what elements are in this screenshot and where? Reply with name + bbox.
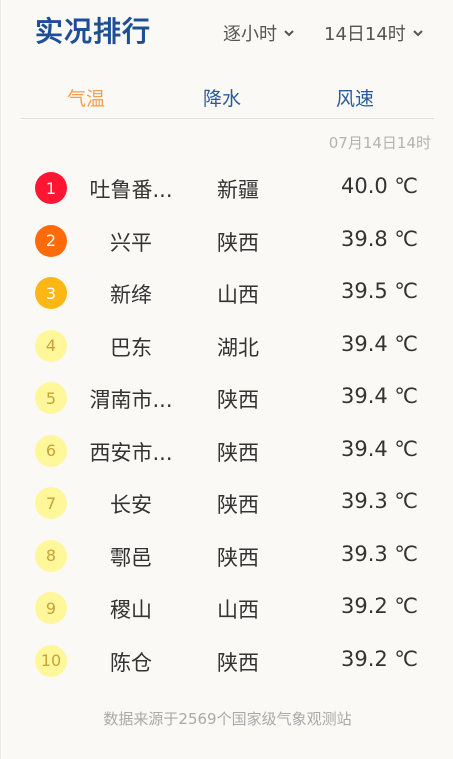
list-item[interactable]: 6 西安市... 陕西 39.4 ℃: [1, 425, 453, 478]
temperature-value: 39.2 ℃: [340, 646, 418, 671]
temperature-value: 39.3 ℃: [340, 489, 418, 513]
chevron-down-icon: [413, 30, 423, 37]
time-dropdown-label: 14日14时: [324, 24, 406, 45]
station-name: 陈仓: [110, 650, 152, 675]
province-name: 山西: [217, 283, 259, 307]
rank-badge: 5: [35, 382, 67, 414]
data-timestamp: 07月14日14时: [328, 134, 431, 152]
station-name: 西安市...: [89, 440, 173, 465]
station-name: 稷山: [110, 598, 152, 622]
temperature-value: 39.3 ℃: [340, 541, 418, 566]
rank-badge: 8: [35, 539, 67, 572]
province-name: 陕西: [217, 230, 259, 255]
header: 实况排行 逐小时 14日14时: [1, 0, 453, 64]
list-item[interactable]: 1 吐鲁番... 新疆 40.0 ℃: [1, 162, 453, 215]
station-name: 鄠邑: [110, 545, 152, 570]
station-name: 渭南市...: [89, 388, 173, 412]
page-title: 实况排行: [35, 15, 152, 48]
period-dropdown-label: 逐小时: [223, 24, 277, 45]
province-name: 山西: [217, 598, 259, 622]
rank-badge: 6: [35, 434, 67, 467]
temperature-value: 39.4 ℃: [340, 436, 418, 461]
province-name: 陕西: [217, 650, 259, 675]
rank-badge: 3: [35, 277, 67, 309]
list-item[interactable]: 10 陈仓 陕西 39.2 ℃: [1, 635, 453, 688]
list-item[interactable]: 2 兴平 陕西 39.8 ℃: [1, 215, 453, 268]
temperature-value: 39.5 ℃: [340, 279, 418, 303]
rank-badge: 10: [35, 644, 67, 677]
temperature-value: 40.0 ℃: [340, 174, 418, 198]
rank-badge: 7: [35, 487, 67, 519]
province-name: 陕西: [217, 440, 259, 465]
tab-wind-speed[interactable]: 风速: [336, 84, 374, 111]
list-item[interactable]: 9 稷山 山西 39.2 ℃: [1, 582, 453, 635]
temperature-value: 39.4 ℃: [340, 384, 418, 408]
list-item[interactable]: 4 巴东 湖北 39.4 ℃: [1, 320, 453, 373]
province-name: 陕西: [217, 545, 259, 570]
tab-temperature[interactable]: 气温: [67, 84, 105, 111]
station-name: 新绛: [110, 283, 152, 307]
temperature-value: 39.2 ℃: [340, 594, 418, 618]
data-source-note: 数据来源于2569个国家级气象观测站: [103, 710, 352, 728]
station-name: 巴东: [110, 335, 152, 360]
station-name: 长安: [110, 493, 152, 517]
rank-badge: 1: [35, 172, 67, 204]
list-item[interactable]: 8 鄠邑 陕西 39.3 ℃: [1, 530, 453, 583]
period-dropdown[interactable]: 逐小时: [223, 20, 295, 46]
tab-precipitation[interactable]: 降水: [203, 84, 241, 111]
rank-badge: 9: [35, 592, 67, 624]
station-name: 兴平: [110, 230, 152, 255]
province-name: 湖北: [217, 335, 259, 360]
ranking-panel: 实况排行 逐小时 14日14时 气温 降水 风速 07月14日14时 1 吐鲁番…: [0, 0, 453, 759]
ranking-list: 1 吐鲁番... 新疆 40.0 ℃ 2 兴平 陕西 39.8 ℃ 3 新绛 山…: [1, 162, 453, 687]
province-name: 陕西: [217, 493, 259, 517]
metric-tabs: 气温 降水 风速: [21, 78, 434, 119]
temperature-value: 39.8 ℃: [340, 226, 418, 251]
rank-badge: 2: [35, 224, 67, 257]
list-item[interactable]: 5 渭南市... 陕西 39.4 ℃: [1, 372, 453, 425]
time-dropdown[interactable]: 14日14时: [324, 20, 424, 46]
rank-badge: 4: [35, 329, 67, 362]
temperature-value: 39.4 ℃: [340, 331, 418, 356]
province-name: 新疆: [217, 178, 259, 202]
station-name: 吐鲁番...: [89, 178, 173, 202]
chevron-down-icon: [284, 30, 294, 37]
province-name: 陕西: [217, 388, 259, 412]
list-item[interactable]: 3 新绛 山西 39.5 ℃: [1, 267, 453, 320]
list-item[interactable]: 7 长安 陕西 39.3 ℃: [1, 477, 453, 530]
